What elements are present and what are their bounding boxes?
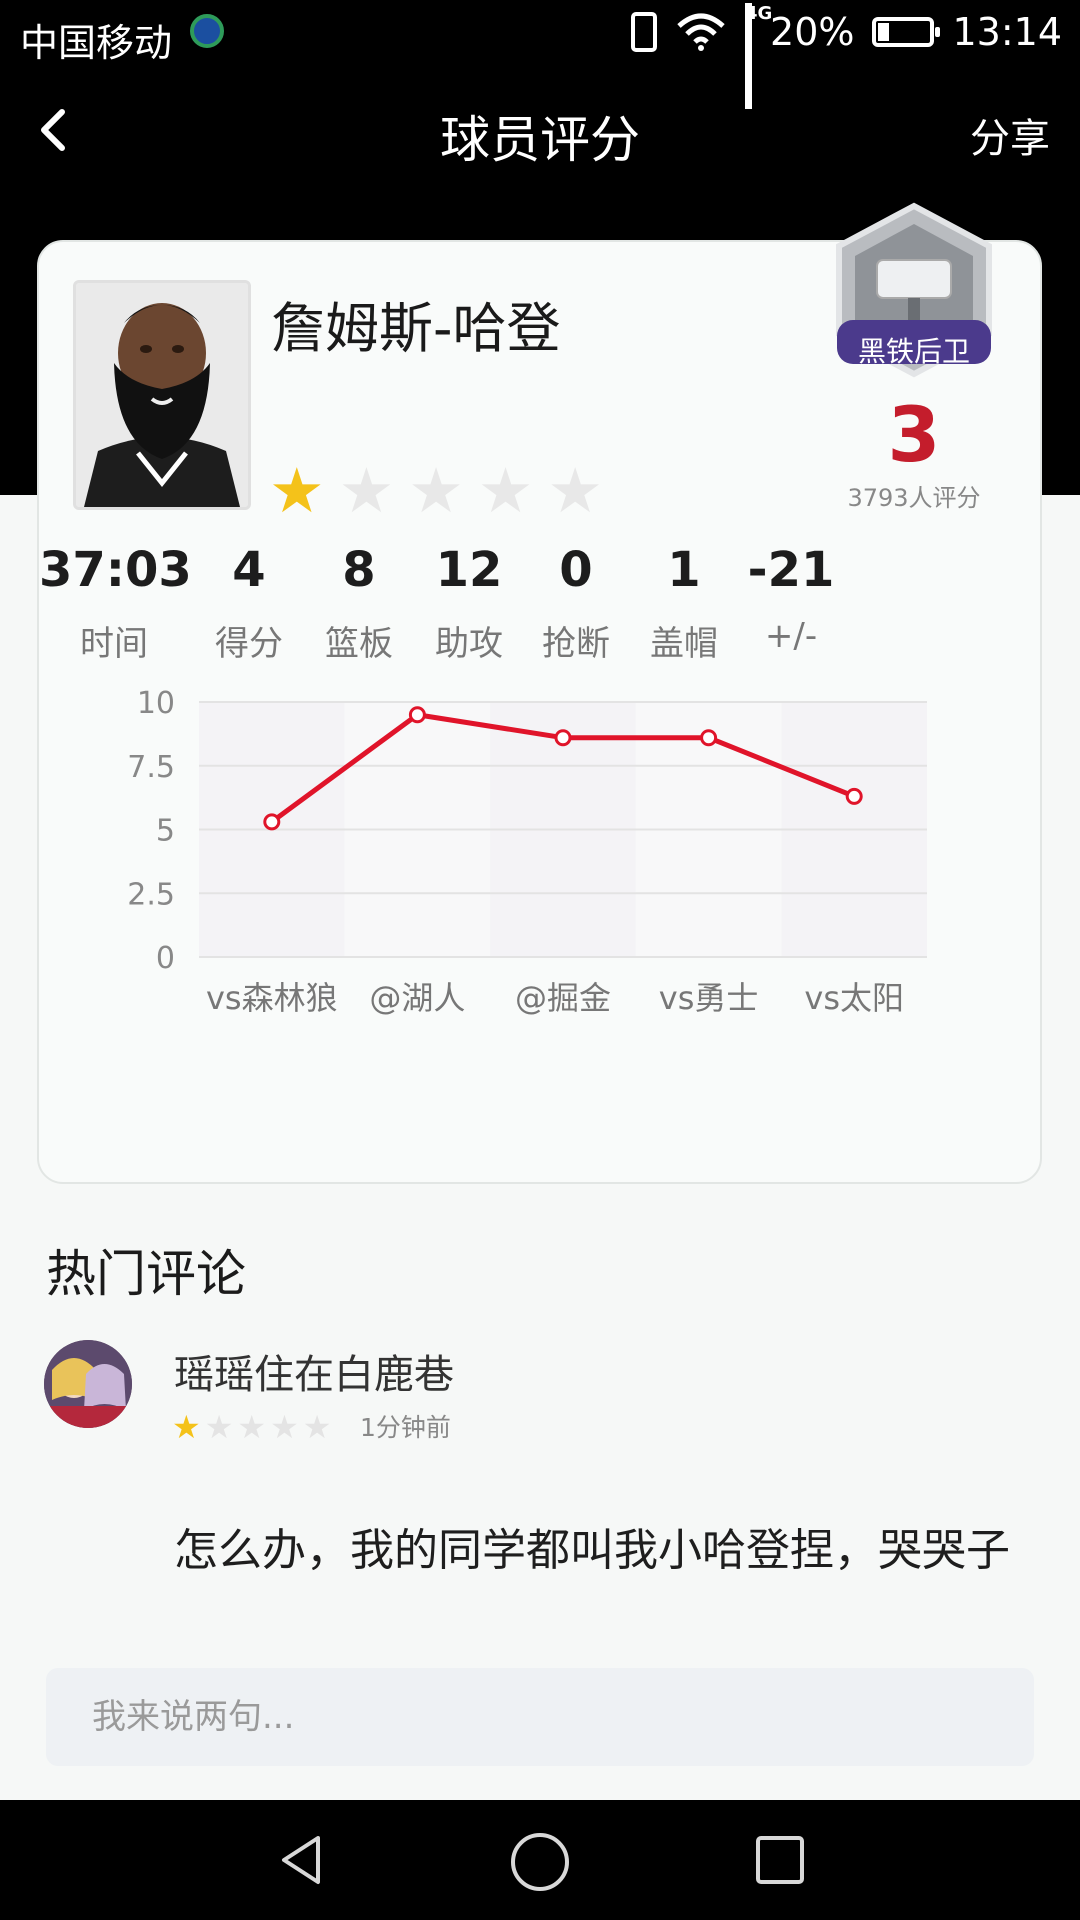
clock: 13:14 — [952, 10, 1062, 54]
star-icon[interactable]: ★ — [339, 460, 395, 522]
vibrate-icon — [631, 12, 658, 52]
system-nav-bar — [0, 1800, 1080, 1920]
player-photo — [73, 280, 251, 510]
stat-item: -21 +/- — [716, 542, 866, 656]
star-icon: ★ — [172, 1408, 201, 1446]
rank-badge: 黑铁后卫 — [829, 202, 999, 392]
comment-time: 1分钟前 — [360, 1413, 451, 1442]
star-icon: ★ — [302, 1408, 332, 1446]
recents-square-icon[interactable] — [750, 1830, 810, 1890]
battery-icon — [872, 17, 941, 47]
rating-trend-chart: 0 2.5 5 7.5 10 vs森林狼 @湖人 @掘金 vs勇士 vs太阳 — [127, 686, 927, 1017]
data-point — [845, 787, 863, 805]
y-tick-label: 0 — [156, 941, 175, 976]
star-icon[interactable]: ★ — [408, 460, 464, 522]
stat-value: -21 — [747, 542, 835, 598]
star-icon: ★ — [204, 1408, 234, 1446]
battery-percent: 20% — [770, 10, 855, 54]
cell-signal-icon: 4G — [745, 3, 772, 109]
player-name: 詹姆斯-哈登 — [271, 297, 561, 360]
star-icon[interactable]: ★ — [547, 460, 603, 522]
data-point — [263, 813, 281, 831]
stat-row: 37:03 时间 4 得分 8 篮板 12 助攻 0 抢断 1 盖帽 -21 +/- — [39, 542, 1044, 672]
x-tick-label: vs森林狼 — [206, 979, 338, 1017]
star-icon: ★ — [237, 1408, 267, 1446]
data-point — [700, 729, 718, 747]
location-app-icon — [190, 14, 224, 48]
network-type: 4G — [745, 3, 773, 24]
badge-label: 黑铁后卫 — [857, 335, 970, 368]
x-tick-label: vs勇士 — [659, 979, 759, 1017]
user-rating-stars[interactable]: ★ ★ ★ ★ ★ — [269, 460, 603, 522]
comment-text: 怎么办，我的同学都叫我小哈登捏，哭哭子 — [174, 1525, 1010, 1576]
page-title: 球员评分 — [440, 111, 640, 169]
stat-item: 37:03 时间 — [39, 542, 192, 665]
y-tick-label: 10 — [137, 686, 175, 721]
star-icon[interactable]: ★ — [269, 460, 325, 522]
stat-label: 时间 — [80, 624, 148, 664]
x-tick-label: vs太阳 — [804, 979, 904, 1017]
wifi-icon — [675, 12, 727, 52]
y-tick-label: 2.5 — [127, 877, 175, 912]
nav-bar: 球员评分 分享 — [0, 80, 1080, 180]
data-point — [408, 706, 426, 724]
star-icon[interactable]: ★ — [478, 460, 534, 522]
data-point — [554, 729, 572, 747]
x-tick-label: @掘金 — [515, 979, 611, 1017]
rating-count: 3793人评分 — [847, 484, 981, 512]
comment-input[interactable] — [46, 1668, 1034, 1766]
back-triangle-icon[interactable] — [272, 1830, 332, 1890]
comment-rating-stars: ★ ★ ★ ★ ★ — [172, 1410, 331, 1444]
stat-label: +/- — [764, 616, 818, 656]
stat-value: 37:03 — [39, 542, 192, 598]
y-tick-label: 5 — [156, 814, 175, 849]
x-tick-label: @湖人 — [369, 979, 465, 1017]
section-title: 热门评论 — [46, 1245, 246, 1303]
status-bar: 中国移动 4G 20% 13:14 — [0, 0, 1080, 109]
carrier-name: 中国移动 — [20, 21, 173, 65]
avatar[interactable] — [44, 1340, 132, 1428]
average-score: 3 — [887, 390, 941, 479]
player-card: 詹姆斯-哈登 ★ ★ ★ ★ ★ 黑铁后卫 3 3793人评分 37:03 时间 4 得分 8 篮… — [37, 202, 1044, 1184]
y-tick-label: 7.5 — [127, 750, 175, 785]
star-icon: ★ — [270, 1408, 299, 1446]
share-button[interactable]: 分享 — [970, 106, 1050, 164]
home-circle-icon[interactable] — [508, 1830, 572, 1894]
comment-username[interactable]: 瑶瑶住在白鹿巷 — [174, 1342, 454, 1400]
